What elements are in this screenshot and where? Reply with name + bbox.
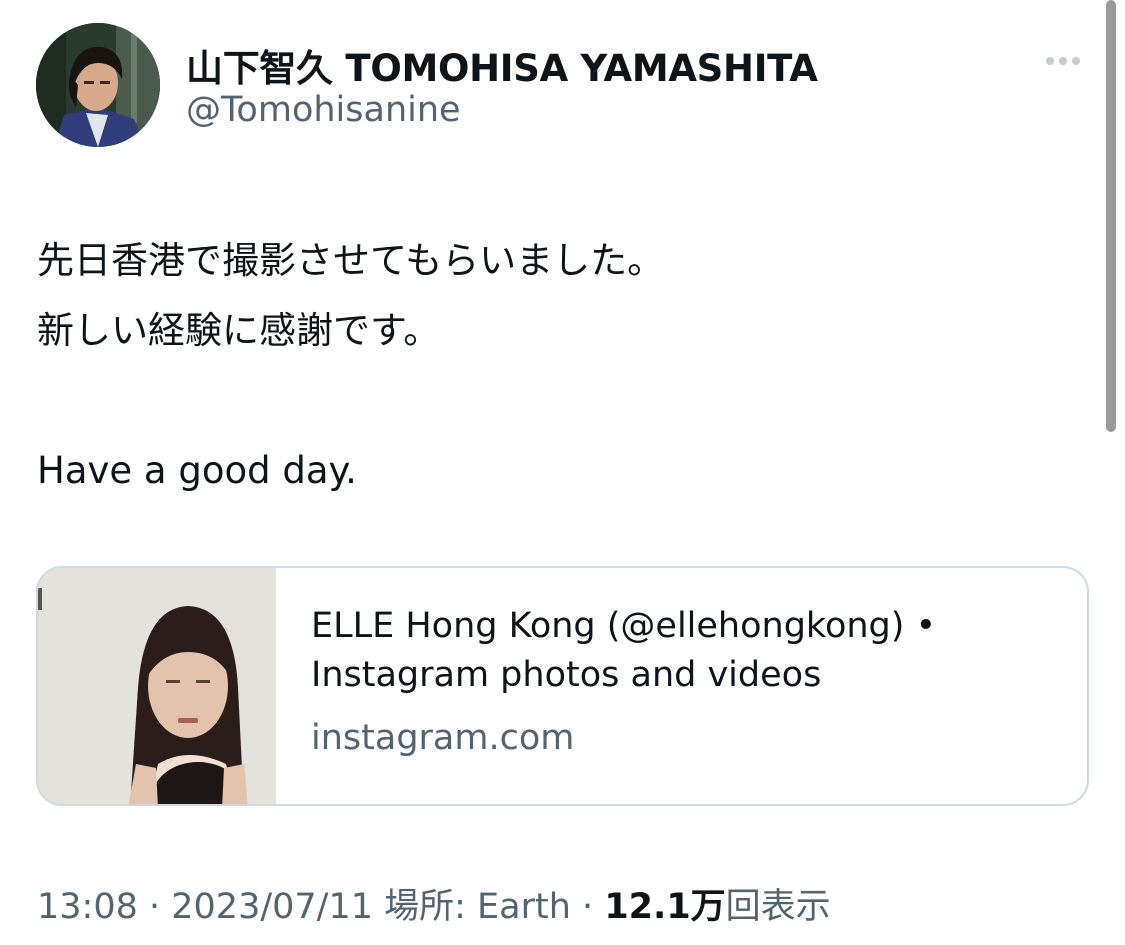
- tweet-time[interactable]: 13:08: [37, 887, 138, 927]
- tweet-location: 場所: Earth: [384, 887, 571, 927]
- more-horizontal-icon: [1059, 57, 1067, 65]
- author-avatar[interactable]: [36, 23, 160, 147]
- meta-separator: ·: [137, 887, 172, 927]
- more-horizontal-icon: [1046, 57, 1054, 65]
- author-handle[interactable]: @Tomohisanine: [186, 90, 461, 130]
- scrollbar[interactable]: [1106, 0, 1116, 432]
- more-options-button[interactable]: [1036, 44, 1090, 78]
- link-preview-title: ELLE Hong Kong (@ellehongkong) • Instagr…: [311, 606, 937, 695]
- meta-separator: ·: [570, 887, 605, 927]
- views-count: 12.1万: [604, 887, 726, 927]
- link-preview-thumbnail: [38, 568, 276, 804]
- views-label: 回表示: [725, 887, 831, 927]
- tweet-line: 先日香港で撮影させてもらいました。: [37, 239, 665, 282]
- tweet-line: Have a good day.: [37, 449, 357, 492]
- tweet-line: 新しい経験に感謝です。: [37, 309, 441, 352]
- link-preview-domain: instagram.com: [311, 718, 575, 758]
- link-preview-card[interactable]: ELLE Hong Kong (@ellehongkong) • Instagr…: [36, 566, 1089, 806]
- tweet-date[interactable]: 2023/07/11: [171, 887, 373, 927]
- tweet-meta: 13:08 · 2023/07/11 場所: Earth · 12.1万回表示: [37, 878, 831, 929]
- author-display-name[interactable]: 山下智久 TOMOHISA YAMASHITA: [186, 38, 818, 92]
- tweet-text: 先日香港で撮影させてもらいました。 新しい経験に感謝です。 Have a goo…: [37, 226, 1077, 506]
- more-horizontal-icon: [1072, 57, 1080, 65]
